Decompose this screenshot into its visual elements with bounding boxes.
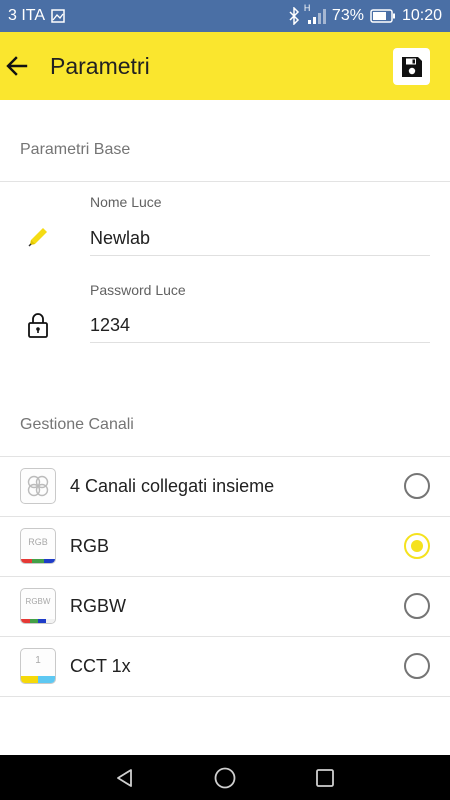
- image-notification-icon: [51, 9, 65, 23]
- channel-option-rgb[interactable]: RGB RGB: [0, 516, 450, 576]
- light-password-input[interactable]: [90, 307, 430, 343]
- four-channels-icon: [20, 468, 56, 504]
- light-name-input[interactable]: [90, 220, 430, 256]
- cool-stripe: [38, 676, 55, 683]
- home-circle-icon: [213, 766, 237, 790]
- app-bar: Parametri: [0, 32, 450, 100]
- battery-percent: 73%: [331, 7, 364, 24]
- back-triangle-icon: [114, 767, 136, 789]
- radio-button-selected[interactable]: [404, 533, 430, 559]
- bluetooth-icon: [288, 7, 300, 25]
- channel-option-4-channels[interactable]: 4 Canali collegati insieme: [0, 456, 450, 516]
- icon-text: RGBW: [25, 597, 51, 606]
- channel-option-cct[interactable]: 1 CCT 1x: [0, 636, 450, 696]
- radio-button[interactable]: [404, 653, 430, 679]
- channel-label: RGB: [70, 536, 110, 556]
- section-header-basic: Parametri Base: [20, 141, 131, 158]
- section-header-channels: Gestione Canali: [20, 416, 134, 433]
- field-label-name: Nome Luce: [90, 194, 162, 210]
- channel-option-rgbw[interactable]: RGBW RGBW: [0, 576, 450, 636]
- icon-text: RGB: [28, 537, 48, 547]
- channel-label: 4 Canali collegati insieme: [70, 476, 275, 496]
- channel-label: CCT 1x: [70, 656, 131, 676]
- rgbw-icon: RGBW: [20, 588, 56, 624]
- recents-square-icon: [315, 768, 335, 788]
- signal-icon: H: [304, 3, 326, 25]
- nav-recents-button[interactable]: [303, 755, 347, 800]
- network-badge: H: [303, 3, 311, 13]
- floppy-disk-icon: [400, 55, 424, 79]
- divider: [0, 181, 450, 182]
- red-stripe: [21, 619, 30, 623]
- white-stripe: [46, 619, 55, 623]
- rgb-icon: RGB: [20, 528, 56, 564]
- save-button[interactable]: [393, 48, 430, 85]
- system-nav-bar: [0, 755, 450, 800]
- divider: [0, 696, 450, 697]
- status-left: 3 ITA: [8, 0, 65, 32]
- nav-back-button[interactable]: [103, 755, 147, 800]
- status-bar: 3 ITA H 73% 10:20: [0, 0, 450, 32]
- warm-stripe: [21, 676, 38, 683]
- status-right: H 73% 10:20: [288, 0, 442, 32]
- green-stripe: [32, 559, 44, 563]
- green-stripe: [30, 619, 38, 623]
- clock: 10:20: [401, 7, 442, 24]
- field-label-password: Password Luce: [90, 282, 186, 298]
- page-title: Parametri: [50, 53, 150, 79]
- lock-icon: [20, 307, 56, 343]
- back-button[interactable]: [0, 32, 34, 100]
- battery-icon: [370, 9, 396, 23]
- red-stripe: [21, 559, 32, 563]
- cct-icon: 1: [20, 648, 56, 684]
- radio-button[interactable]: [404, 593, 430, 619]
- channel-label: RGBW: [70, 596, 126, 616]
- pencil-icon: [20, 219, 56, 255]
- nav-home-button[interactable]: [203, 755, 247, 800]
- blue-stripe: [44, 559, 55, 563]
- carrier-label: 3 ITA: [8, 7, 46, 24]
- radio-button[interactable]: [404, 473, 430, 499]
- arrow-left-icon: [6, 55, 28, 77]
- icon-text: 1: [35, 655, 41, 666]
- blue-stripe: [38, 619, 46, 623]
